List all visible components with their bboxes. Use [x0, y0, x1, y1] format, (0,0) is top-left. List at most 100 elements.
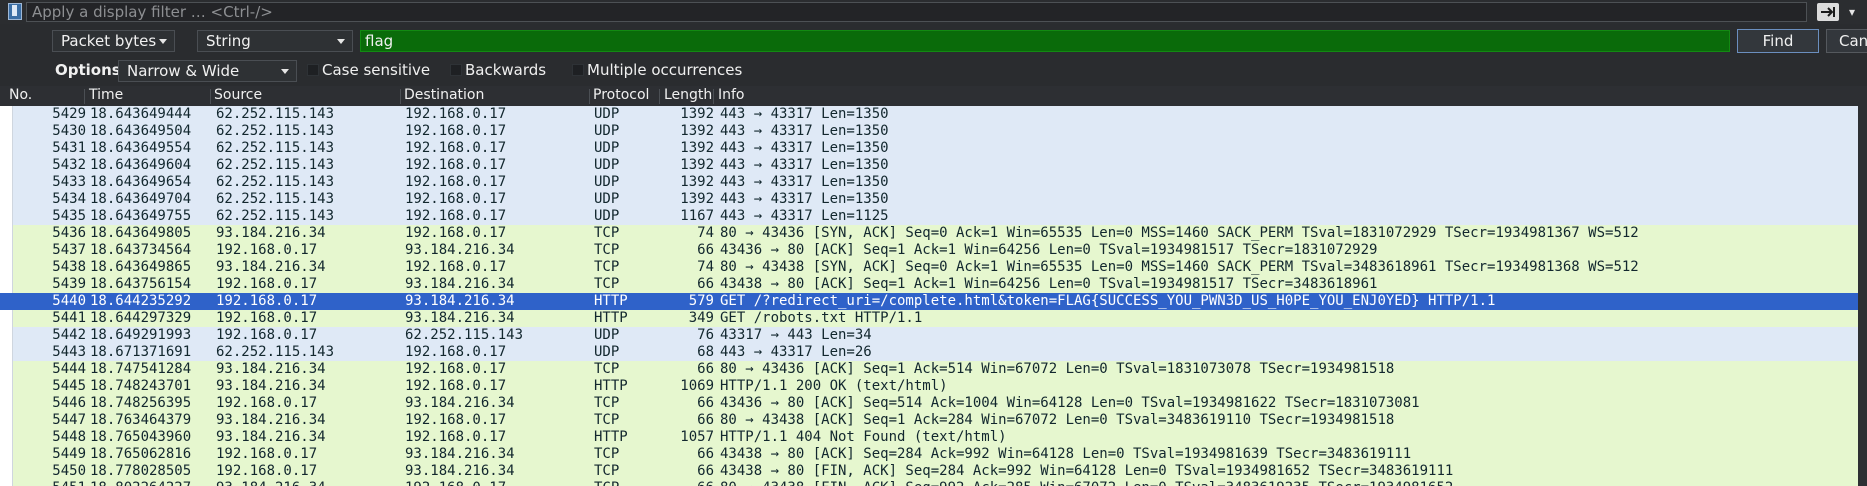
column-header-source[interactable]: Source: [214, 87, 262, 103]
column-header-info[interactable]: Info: [718, 87, 745, 103]
packet-row[interactable]: 5437 18.643734564 192.168.0.17 93.184.216.3…: [0, 242, 1867, 259]
packet-row[interactable]: 5450 18.778028505 192.168.0.17 93.184.216.3…: [0, 463, 1867, 480]
packet-row[interactable]: 5432 18.643649604 62.252.115.143 192.168.0.…: [0, 157, 1867, 174]
packet-row[interactable]: 5447 18.763464379 93.184.216.34 192.168.0.1…: [0, 412, 1867, 429]
packet-destination: 93.184.216.34: [405, 463, 515, 479]
case-sensitive-checkbox[interactable]: [307, 64, 319, 76]
packet-protocol: TCP: [594, 259, 620, 275]
packet-row[interactable]: 5430 18.643649504 62.252.115.143 192.168.0.…: [0, 123, 1867, 140]
packet-protocol: UDP: [594, 174, 620, 190]
packet-row[interactable]: 5429 18.643649444 62.252.115.143 192.168.0.…: [0, 106, 1867, 123]
packet-no: 5441: [52, 310, 86, 326]
packet-no: 5439: [52, 276, 86, 292]
multiple-occurrences-checkbox[interactable]: [572, 64, 584, 76]
packet-protocol: UDP: [594, 344, 620, 360]
character-width-value: Narrow & Wide: [127, 62, 240, 80]
packet-row[interactable]: 5431 18.643649554 62.252.115.143 192.168.0.…: [0, 140, 1867, 157]
packet-protocol: TCP: [594, 480, 619, 486]
character-width-select[interactable]: Narrow & Wide: [118, 60, 297, 82]
packet-source: 62.252.115.143: [216, 106, 335, 122]
packet-destination: 192.168.0.17: [405, 259, 507, 275]
packet-row[interactable]: 5439 18.643756154 192.168.0.17 93.184.216.3…: [0, 276, 1867, 293]
packet-no: 5438: [52, 259, 86, 275]
packet-info: 443 → 43317 Len=1125: [720, 208, 889, 224]
packet-source: 192.168.0.17: [216, 310, 318, 326]
search-in-value: Packet bytes: [61, 32, 157, 50]
packet-no: 5440: [52, 293, 86, 309]
packet-length: 1057: [680, 429, 714, 445]
packet-time: 18.748256395: [90, 395, 192, 411]
packet-source: 62.252.115.143: [216, 208, 335, 224]
packet-row[interactable]: 5442 18.649291993 192.168.0.17 62.252.115.1…: [0, 327, 1867, 344]
packet-time: 18.643649805: [90, 225, 192, 241]
packet-source: 93.184.216.34: [216, 361, 326, 377]
related-packet-gutter: [0, 429, 13, 446]
packet-info: 80 → 43438 [SYN, ACK] Seq=0 Ack=1 Win=65…: [720, 259, 1639, 275]
packet-no: 5431: [52, 140, 86, 156]
packet-row[interactable]: 5446 18.748256395 192.168.0.17 93.184.216.3…: [0, 395, 1867, 412]
packet-info: 443 → 43317 Len=1350: [720, 106, 889, 122]
packet-protocol: HTTP: [594, 429, 628, 445]
search-in-select[interactable]: Packet bytes: [52, 30, 175, 52]
packet-info: 443 → 43317 Len=1350: [720, 191, 889, 207]
packet-row[interactable]: 5441 18.644297329 192.168.0.17 93.184.216.3…: [0, 310, 1867, 327]
packet-row[interactable]: 5443 18.671371691 62.252.115.143 192.168.0.…: [0, 344, 1867, 361]
packet-row[interactable]: 5438 18.643649865 93.184.216.34 192.168.0.1…: [0, 259, 1867, 276]
packet-info: HTTP/1.1 200 OK (text/html): [720, 378, 948, 394]
packet-destination: 192.168.0.17: [405, 361, 507, 377]
packet-source: 62.252.115.143: [216, 344, 335, 360]
packet-row[interactable]: 5440 18.644235292 192.168.0.17 93.184.216.3…: [0, 293, 1867, 310]
packet-row[interactable]: 5449 18.765062816 192.168.0.17 93.184.216.3…: [0, 446, 1867, 463]
packet-row[interactable]: 5444 18.747541284 93.184.216.34 192.168.0.1…: [0, 361, 1867, 378]
packet-length: 66: [697, 395, 714, 411]
packet-destination: 62.252.115.143: [405, 327, 524, 343]
related-packet-gutter: [0, 463, 13, 480]
packet-length: 1069: [680, 378, 714, 394]
packet-time: 18.802264227: [90, 480, 191, 486]
column-header-protocol[interactable]: Protocol: [593, 87, 649, 103]
apply-filter-arrow-icon[interactable]: [1817, 3, 1839, 21]
column-header-destination[interactable]: Destination: [404, 87, 484, 103]
packet-no: 5436: [52, 225, 86, 241]
packet-row[interactable]: 5434 18.643649704 62.252.115.143 192.168.0.…: [0, 191, 1867, 208]
packet-no: 5449: [52, 446, 86, 462]
packet-info: 43438 → 80 [FIN, ACK] Seq=284 Ack=992 Wi…: [720, 463, 1454, 479]
packet-length: 76: [697, 327, 714, 343]
packet-row[interactable]: 5435 18.643649755 62.252.115.143 192.168.0.…: [0, 208, 1867, 225]
packet-length: 74: [697, 225, 714, 241]
bookmark-icon[interactable]: [8, 3, 22, 20]
packet-info: 443 → 43317 Len=1350: [720, 140, 889, 156]
packet-row[interactable]: 5436 18.643649805 93.184.216.34 192.168.0.1…: [0, 225, 1867, 242]
packet-length: 66: [697, 361, 714, 377]
packet-protocol: TCP: [594, 276, 620, 292]
packet-row[interactable]: 5448 18.765043960 93.184.216.34 192.168.0.1…: [0, 429, 1867, 446]
filter-history-dropdown-icon[interactable]: ▾: [1843, 2, 1861, 22]
backwards-checkbox[interactable]: [450, 64, 462, 76]
related-packet-gutter: [0, 378, 13, 395]
packet-no: 5444: [52, 361, 86, 377]
packet-destination: 192.168.0.17: [405, 378, 507, 394]
related-packet-gutter: [0, 208, 13, 225]
packet-row[interactable]: 5433 18.643649654 62.252.115.143 192.168.0.…: [0, 174, 1867, 191]
column-header-no[interactable]: No.: [9, 87, 32, 103]
cancel-button[interactable]: Cancel: [1826, 29, 1867, 53]
packet-protocol: UDP: [594, 157, 620, 173]
search-type-select[interactable]: String: [197, 30, 353, 52]
packet-source: 93.184.216.34: [216, 378, 326, 394]
display-filter-input[interactable]: [26, 2, 1807, 22]
vertical-scrollbar[interactable]: [1858, 106, 1867, 486]
column-header-length[interactable]: Length: [664, 87, 712, 103]
packet-source: 93.184.216.34: [216, 480, 326, 486]
packet-source: 62.252.115.143: [216, 140, 335, 156]
search-string-input[interactable]: flag: [360, 30, 1730, 52]
packet-row[interactable]: 5451 18.802264227 93.184.216.34 192.168.0.1…: [0, 480, 1867, 486]
packet-length: 66: [697, 446, 714, 462]
find-button[interactable]: Find: [1737, 29, 1819, 53]
packet-time: 18.643649554: [90, 140, 192, 156]
multiple-occurrences-label: Multiple occurrences: [587, 61, 743, 79]
packet-time: 18.644297329: [90, 310, 192, 326]
packet-info: 80 → 43436 [ACK] Seq=1 Ack=514 Win=67072…: [720, 361, 1395, 377]
packet-row[interactable]: 5445 18.748243701 93.184.216.34 192.168.0.1…: [0, 378, 1867, 395]
packet-time: 18.643649654: [90, 174, 192, 190]
column-header-time[interactable]: Time: [89, 87, 123, 103]
